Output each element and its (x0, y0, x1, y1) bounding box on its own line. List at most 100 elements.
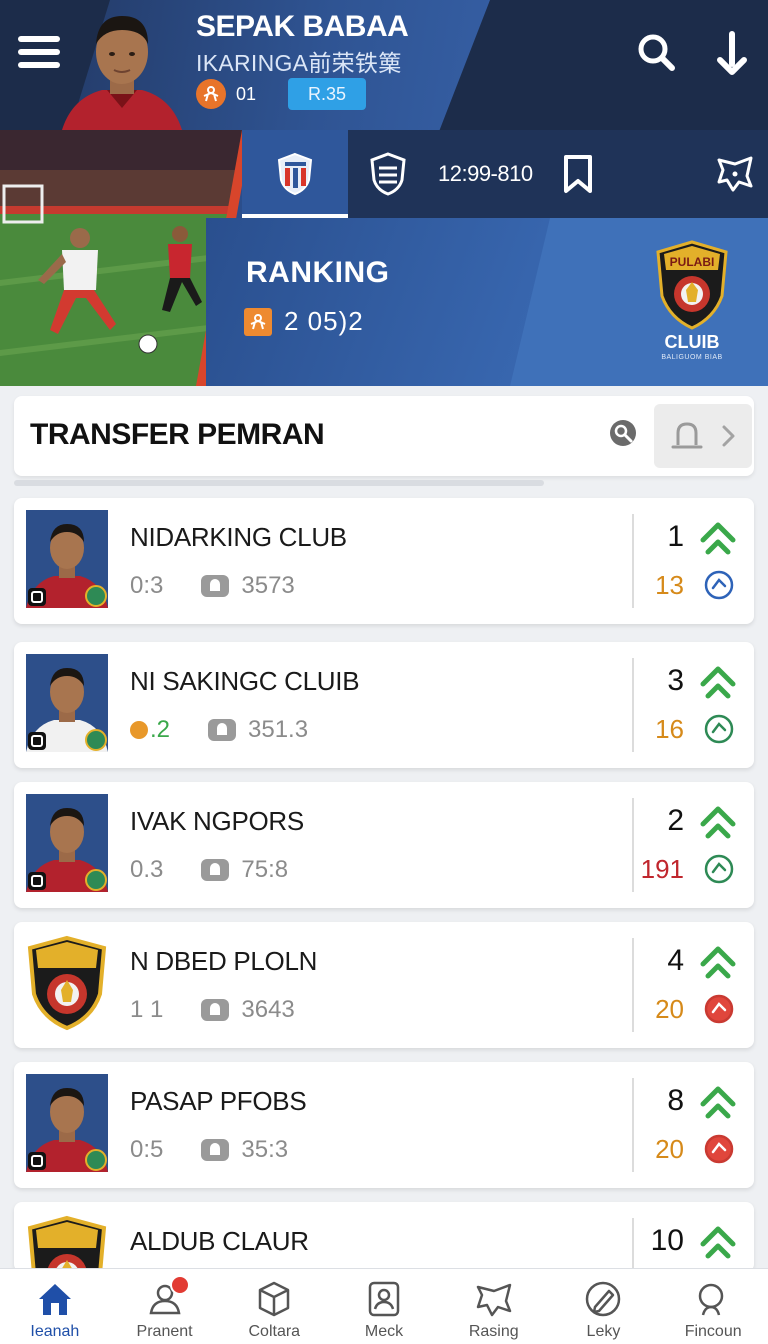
player-rank: 3 (667, 664, 684, 697)
header-stats: 01 R.35 (196, 78, 366, 110)
hero-tabbar: 12:99-810 (242, 130, 768, 218)
player-score: 16 (655, 714, 684, 744)
app-subtitle: IKARINGA前荣铁篥 (196, 50, 402, 76)
rank-up-arrow-icon (700, 1226, 736, 1259)
fox-icon (476, 1283, 511, 1317)
player-stat: 0.3 (130, 856, 164, 883)
search-icon[interactable] (632, 28, 680, 80)
rank-up-arrow-icon (700, 522, 736, 555)
ranking-row: 2 05)2 (244, 306, 364, 337)
player-count: 3643 (241, 996, 295, 1023)
player-stats: 0:3 3573 (130, 572, 295, 600)
player-count: 351.3 (248, 716, 309, 743)
medal-red-icon (704, 994, 734, 1024)
nav-item-leky[interactable]: Leky (549, 1269, 659, 1344)
player-name: NI SAKINGC CLUIB (130, 666, 360, 696)
featured-player-avatar (62, 16, 182, 130)
medal-red-icon (704, 1134, 734, 1164)
nav-label: Coltara (248, 1323, 301, 1340)
player-card[interactable]: NIDARKING CLUB 0:3 3573 1 13 (14, 498, 754, 624)
bottom-nav: Ieanah Pranent Coltara Meck Rasing Leky Fincou… (0, 1268, 768, 1344)
match-time: 12:99-810 (438, 161, 533, 186)
menu-icon-bar (18, 49, 60, 55)
nav-item-pranent[interactable]: Pranent (110, 1269, 220, 1344)
ranking-icon (244, 307, 272, 336)
player-rank: 4 (667, 944, 684, 977)
shield-icon (277, 152, 313, 196)
nav-label: Ieanah (30, 1323, 80, 1340)
player-rank: 10 (650, 1224, 684, 1257)
player-card[interactable]: NI SAKINGC CLUIB .2 351.3 3 16 (14, 642, 754, 768)
player-stat: 0:5 (130, 1136, 164, 1163)
club-crest-thumb (27, 1215, 107, 1272)
medal-icon (704, 570, 734, 600)
transfer-icon (201, 1139, 230, 1161)
club-crest-icon[interactable]: PULABI (656, 240, 728, 330)
player-card[interactable]: PASAP PFOBS 0:5 35:3 8 20 (14, 1062, 754, 1188)
player-stats: 0.3 75:8 (130, 856, 288, 884)
club-subtitle: BALIGUOM BIAB (661, 354, 723, 361)
player-rank: 1 (667, 520, 684, 553)
card-divider (632, 938, 634, 1032)
player-count: 3573 (241, 572, 295, 599)
medal-icon (704, 854, 734, 884)
nav-label: Meck (364, 1323, 404, 1340)
club-name: CLUIB (664, 332, 720, 352)
chevron-right-icon (722, 425, 735, 447)
menu-button[interactable] (18, 36, 60, 70)
transfer-icon (208, 719, 237, 741)
download-icon[interactable] (708, 28, 756, 80)
nav-label: Fincoun (684, 1323, 742, 1340)
bookmark-icon[interactable] (561, 154, 595, 194)
pen-icon (586, 1281, 621, 1317)
menu-icon-bar (18, 36, 60, 42)
search-icon (698, 1283, 724, 1316)
player-score: 20 (655, 994, 684, 1024)
app-title: SEPAK BABAA (196, 10, 409, 43)
card-divider (632, 1218, 634, 1272)
player-name: IVAK NGPORS (130, 806, 304, 836)
nav-item-rasing[interactable]: Rasing (439, 1269, 549, 1344)
nav-label: Pranent (136, 1323, 193, 1340)
notify-button[interactable] (654, 404, 752, 468)
player-card[interactable]: ALDUB CLAUR 10 (14, 1202, 754, 1272)
rank-up-arrow-icon (700, 666, 736, 699)
player-stat: .2 (150, 716, 171, 743)
player-name: PASAP PFOBS (130, 1086, 307, 1116)
tab-stats[interactable] (348, 130, 428, 218)
score-pill[interactable]: R.35 (288, 78, 366, 110)
player-rank: 8 (667, 1084, 684, 1117)
nav-item-coltara[interactable]: Coltara (219, 1269, 329, 1344)
player-count: 75:8 (241, 856, 289, 883)
player-count: 35:3 (241, 1136, 289, 1163)
player-name: NIDARKING CLUB (130, 522, 347, 552)
layers-icon (370, 152, 406, 196)
transfer-icon (201, 575, 230, 597)
player-card[interactable]: N DBED PLOLN 1 1 3643 4 20 (14, 922, 754, 1048)
ranking-value: 2 05)2 (284, 306, 364, 336)
player-stat: 0:3 (130, 572, 164, 599)
club-crest-thumb (27, 935, 107, 1031)
hero-banner: 12:99-810 RANKING 2 05)2 PULABI CLUIB BA… (0, 130, 768, 386)
player-stats: 1 1 3643 (130, 996, 295, 1024)
card-divider (632, 1078, 634, 1172)
fox-icon[interactable] (713, 152, 757, 196)
filter-search-icon[interactable] (608, 418, 640, 450)
section-header: TRANSFER PEMRAN (14, 396, 754, 476)
bell-icon (671, 422, 703, 449)
player-card[interactable]: IVAK NGPORS 0.3 75:8 2 191 (14, 782, 754, 908)
player-rank: 2 (667, 804, 684, 837)
follow-icon[interactable] (196, 79, 226, 109)
nav-label: Rasing (468, 1323, 519, 1340)
nav-item-ieanah[interactable]: Ieanah (0, 1269, 110, 1344)
tab-club[interactable] (242, 130, 348, 218)
medal-icon (704, 714, 734, 744)
player-score: 13 (655, 570, 684, 600)
card-divider (632, 798, 634, 892)
nav-item-meck[interactable]: Meck (329, 1269, 439, 1344)
nav-item-fincoun[interactable]: Fincoun (658, 1269, 768, 1344)
nav-label: Leky (586, 1323, 621, 1340)
player-photo (26, 510, 108, 608)
transfer-icon (201, 859, 230, 881)
player-stats: .2 351.3 (130, 716, 308, 744)
